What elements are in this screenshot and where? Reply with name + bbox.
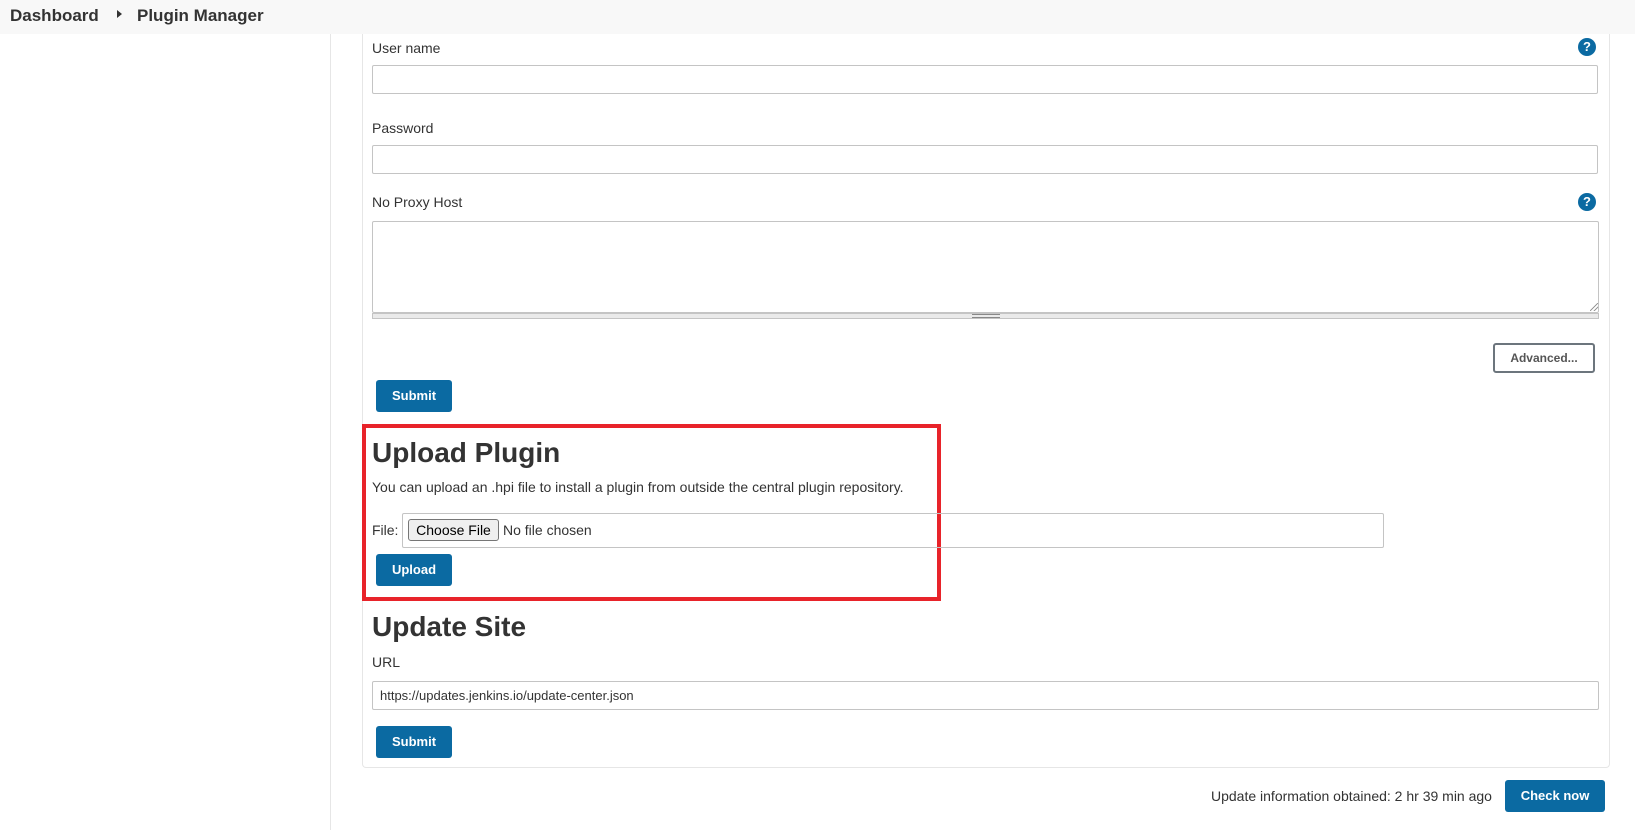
breadcrumb-plugin-manager-link[interactable]: Plugin Manager [137, 6, 264, 26]
breadcrumb: Dashboard Plugin Manager [0, 0, 1635, 34]
file-label: File: [372, 522, 399, 538]
update-site-url-field[interactable]: https://updates.jenkins.io/update-center… [372, 681, 1599, 710]
update-info-status: Update information obtained: 2 hr 39 min… [1211, 788, 1492, 804]
password-field[interactable] [372, 145, 1598, 174]
resize-handle-icon[interactable] [1590, 303, 1598, 311]
update-site-submit-button[interactable]: Submit [376, 726, 452, 758]
upload-plugin-heading: Upload Plugin [372, 437, 561, 468]
upload-plugin-description: You can upload an .hpi file to install a… [372, 479, 904, 495]
breadcrumb-dashboard-link[interactable]: Dashboard [10, 6, 99, 26]
help-icon[interactable]: ? [1578, 193, 1596, 211]
username-label: User name [372, 40, 441, 56]
no-proxy-host-textarea[interactable] [372, 221, 1599, 313]
password-label: Password [372, 120, 434, 136]
grip-icon[interactable] [972, 314, 1000, 318]
sidebar-divider [330, 34, 331, 830]
username-field[interactable] [372, 65, 1598, 94]
chevron-right-icon [117, 10, 122, 18]
url-label: URL [372, 654, 401, 670]
help-icon[interactable]: ? [1578, 38, 1596, 56]
update-site-heading: Update Site [372, 611, 527, 642]
proxy-submit-button[interactable]: Submit [376, 380, 452, 412]
advanced-button[interactable]: Advanced... [1493, 343, 1595, 373]
upload-button[interactable]: Upload [376, 554, 452, 586]
check-now-button[interactable]: Check now [1505, 780, 1605, 812]
choose-file-button[interactable]: Choose File [408, 519, 499, 541]
no-proxy-host-label: No Proxy Host [372, 194, 463, 210]
no-file-chosen-text: No file chosen [503, 522, 592, 538]
